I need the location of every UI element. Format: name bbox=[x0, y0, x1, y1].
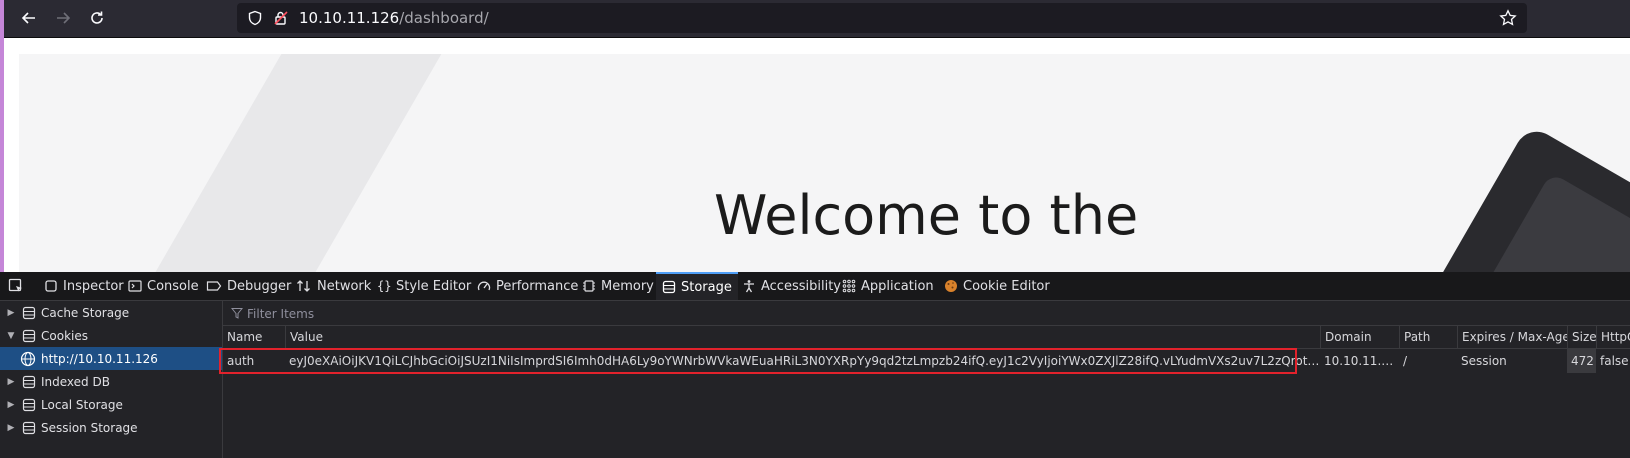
collapse-arrow-icon[interactable]: ▼ bbox=[4, 331, 18, 341]
tab-application[interactable]: Application bbox=[842, 272, 934, 300]
tab-style-editor[interactable]: {} Style Editor bbox=[377, 272, 471, 300]
storage-icon bbox=[22, 421, 36, 434]
column-header-name[interactable]: Name bbox=[223, 326, 285, 348]
reload-button[interactable] bbox=[82, 4, 112, 32]
tab-storage[interactable]: Storage bbox=[656, 272, 738, 300]
tab-label: Network bbox=[317, 278, 372, 294]
tab-network[interactable]: Network bbox=[296, 272, 371, 300]
tab-console[interactable]: Console bbox=[128, 272, 199, 300]
column-header-value[interactable]: Value bbox=[285, 326, 1320, 348]
tab-debugger[interactable]: Debugger bbox=[206, 272, 291, 300]
storage-icon bbox=[22, 306, 36, 319]
tab-label: Application bbox=[861, 278, 934, 294]
cookies-table-header: Name Value Domain Path Expires / Max-Age… bbox=[223, 326, 1630, 349]
cookie-size-cell[interactable]: 472 bbox=[1567, 349, 1596, 373]
tab-accessibility[interactable]: Accessibility bbox=[742, 272, 841, 300]
devtools-panel: Inspector Console Debugger Network {} St… bbox=[0, 272, 1630, 458]
storage-icon bbox=[22, 329, 36, 342]
tree-item-label: Session Storage bbox=[41, 420, 138, 435]
cookie-value-cell[interactable]: eyJ0eXAiOiJKV1QiLCJhbGciOiJSUzI1NiIsImpr… bbox=[285, 349, 1320, 373]
tab-label: Style Editor bbox=[396, 278, 472, 294]
cookie-domain-cell[interactable]: 10.10.11.126 bbox=[1320, 349, 1399, 373]
url-bar[interactable]: 10.10.11.126/dashboard/ bbox=[237, 3, 1527, 33]
element-picker-icon bbox=[8, 278, 22, 292]
expand-arrow-icon[interactable]: ▶ bbox=[4, 423, 18, 433]
expand-arrow-icon[interactable]: ▶ bbox=[4, 377, 18, 387]
url-host: 10.10.11.126 bbox=[299, 9, 400, 27]
cookie-path-cell[interactable]: / bbox=[1399, 349, 1457, 373]
cookie-icon bbox=[945, 280, 957, 292]
tree-item-label: Local Storage bbox=[41, 397, 123, 412]
tab-label: Debugger bbox=[227, 278, 292, 294]
tab-label: Accessibility bbox=[761, 278, 841, 294]
column-header-httponly[interactable]: HttpOnly bbox=[1596, 326, 1630, 348]
accessibility-icon bbox=[744, 280, 754, 293]
tree-item-label: Cookies bbox=[41, 328, 88, 343]
cookie-expires-cell[interactable]: Session bbox=[1457, 349, 1567, 373]
lock-warning-icon[interactable] bbox=[273, 10, 289, 26]
url-text[interactable]: 10.10.11.126/dashboard/ bbox=[299, 8, 489, 28]
tab-label: Console bbox=[147, 278, 199, 294]
storage-icon bbox=[662, 280, 676, 294]
devtools-tabbar: Inspector Console Debugger Network {} St… bbox=[0, 272, 1630, 301]
inspector-icon bbox=[45, 280, 57, 292]
svg-text:{}: {} bbox=[377, 279, 391, 293]
table-row[interactable]: auth eyJ0eXAiOiJKV1QiLCJhbGciOiJSUzI1NiI… bbox=[223, 349, 1630, 373]
debugger-icon bbox=[206, 281, 222, 291]
tree-item-label: http://10.10.11.126 bbox=[41, 351, 158, 366]
storage-icon bbox=[22, 398, 36, 411]
tab-label: Cookie Editor bbox=[963, 278, 1050, 294]
expand-arrow-icon[interactable]: ▶ bbox=[4, 308, 18, 318]
tree-item-session-storage[interactable]: ▶ Session Storage bbox=[0, 416, 222, 439]
tab-label: Memory bbox=[601, 278, 654, 294]
cookie-name-cell[interactable]: auth bbox=[223, 349, 285, 373]
filter-items-input[interactable] bbox=[231, 301, 849, 327]
forward-arrow-icon bbox=[57, 12, 71, 24]
page-heading: Welcome to the bbox=[714, 184, 1139, 247]
reload-icon bbox=[91, 11, 103, 24]
page-viewport: Welcome to the bbox=[4, 38, 1630, 272]
url-path: /dashboard/ bbox=[399, 9, 489, 27]
cookie-httponly-cell[interactable]: false bbox=[1596, 349, 1630, 373]
tree-item-label: Indexed DB bbox=[41, 374, 110, 389]
tab-inspector[interactable]: Inspector bbox=[44, 272, 124, 300]
style-editor-icon: {} bbox=[377, 279, 391, 293]
tree-item-local-storage[interactable]: ▶ Local Storage bbox=[0, 393, 222, 416]
globe-icon bbox=[20, 351, 36, 366]
shield-icon[interactable] bbox=[247, 10, 263, 26]
filter-bar bbox=[223, 301, 1630, 327]
memory-icon bbox=[583, 280, 595, 292]
performance-icon bbox=[477, 281, 491, 291]
storage-icon bbox=[22, 375, 36, 388]
element-picker-button[interactable] bbox=[8, 272, 30, 300]
console-icon bbox=[128, 280, 142, 292]
browser-toolbar: 10.10.11.126/dashboard/ bbox=[4, 0, 1630, 38]
tree-item-cookie-origin[interactable]: http://10.10.11.126 bbox=[0, 347, 222, 370]
back-arrow-icon bbox=[21, 12, 35, 24]
decorative-stripe bbox=[73, 54, 465, 272]
application-icon bbox=[842, 279, 856, 293]
expand-arrow-icon[interactable]: ▶ bbox=[4, 400, 18, 410]
tab-label: Performance bbox=[496, 278, 579, 294]
column-header-expires[interactable]: Expires / Max-Age bbox=[1457, 326, 1567, 348]
column-header-domain[interactable]: Domain bbox=[1320, 326, 1399, 348]
tree-item-cache-storage[interactable]: ▶ Cache Storage bbox=[0, 301, 222, 324]
tab-label: Inspector bbox=[63, 278, 124, 294]
bookmark-star-icon[interactable] bbox=[1499, 9, 1517, 27]
back-button[interactable] bbox=[14, 4, 44, 32]
tab-label: Storage bbox=[681, 279, 732, 295]
tab-cookie-editor[interactable]: Cookie Editor bbox=[944, 272, 1050, 300]
column-header-path[interactable]: Path bbox=[1399, 326, 1457, 348]
tab-performance[interactable]: Performance bbox=[477, 272, 578, 300]
tree-item-cookies[interactable]: ▼ Cookies bbox=[0, 324, 222, 347]
column-header-size[interactable]: Size bbox=[1567, 326, 1596, 348]
network-icon bbox=[297, 280, 310, 292]
storage-sidebar: ▶ Cache Storage ▼ Cookies http://10.10.1… bbox=[0, 301, 223, 458]
tab-memory[interactable]: Memory bbox=[582, 272, 654, 300]
forward-button[interactable] bbox=[48, 4, 78, 32]
tree-item-indexed-db[interactable]: ▶ Indexed DB bbox=[0, 370, 222, 393]
tree-item-label: Cache Storage bbox=[41, 305, 130, 320]
